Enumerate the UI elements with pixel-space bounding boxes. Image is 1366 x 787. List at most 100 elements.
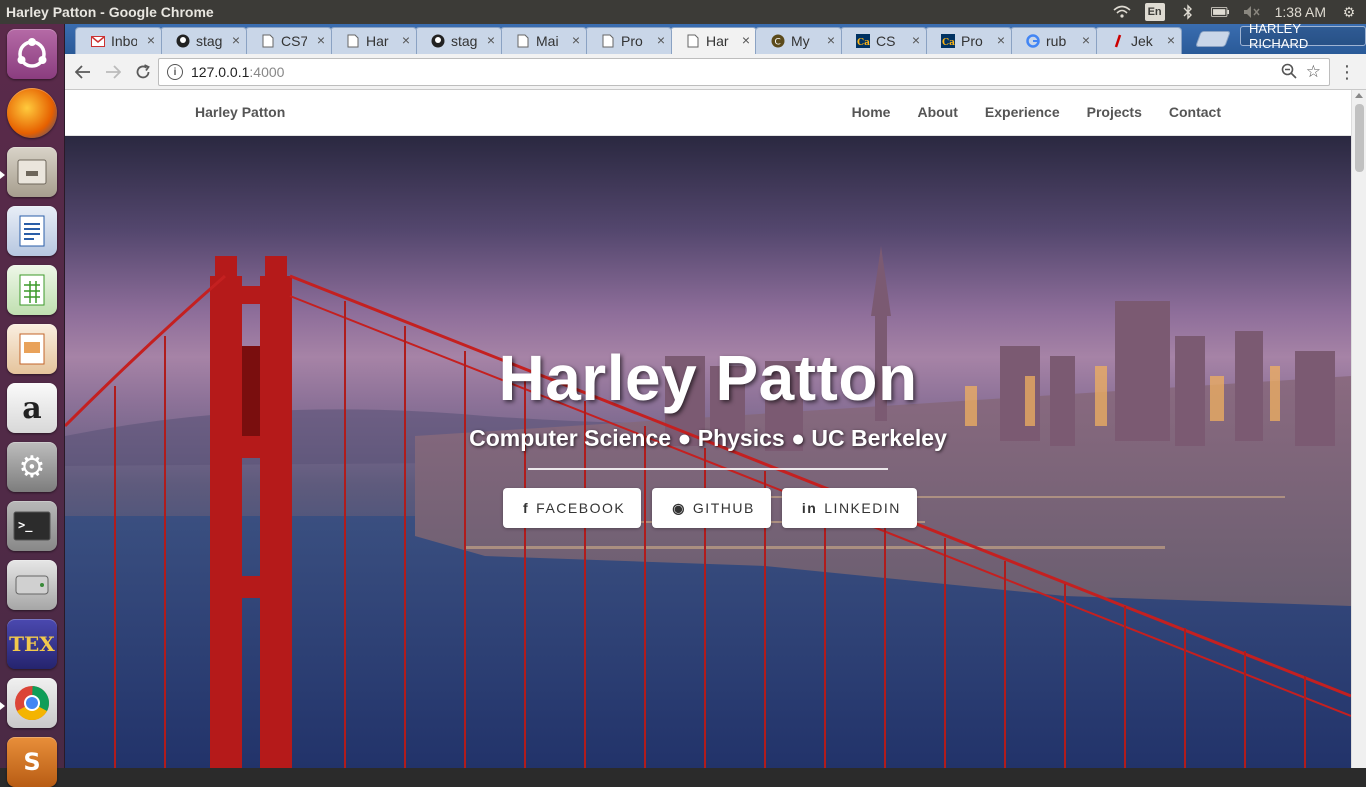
firefox-icon[interactable]: [7, 88, 57, 138]
close-tab-icon[interactable]: ×: [742, 32, 750, 48]
terminal-icon[interactable]: >_: [7, 501, 57, 551]
browser-tab[interactable]: Cal Pro ×: [925, 27, 1012, 54]
amazon-icon[interactable]: a: [7, 383, 57, 433]
tab-label: Inbo: [111, 33, 137, 49]
site-info-icon[interactable]: i: [167, 64, 183, 80]
keyboard-layout-indicator[interactable]: En: [1144, 3, 1165, 21]
profile-button[interactable]: HARLEY RICHARD: [1240, 21, 1366, 51]
url-port: :4000: [249, 64, 285, 80]
close-tab-icon[interactable]: ×: [487, 32, 495, 48]
files-icon[interactable]: [7, 147, 57, 197]
browser-tab[interactable]: rub ×: [1010, 27, 1097, 54]
browser-tab[interactable]: Cal CS ×: [840, 27, 927, 54]
bluetooth-icon[interactable]: [1179, 3, 1197, 21]
page-viewport: Harley Patton Home About Experience Proj…: [65, 90, 1351, 768]
browser-tab[interactable]: stag ×: [160, 27, 247, 54]
forward-button[interactable]: [99, 58, 127, 86]
github-icon: [175, 33, 191, 49]
browser-tab[interactable]: Har ×: [330, 27, 417, 54]
wifi-icon[interactable]: [1113, 3, 1131, 21]
close-tab-icon[interactable]: ×: [1167, 32, 1175, 48]
chrome-icon[interactable]: [7, 678, 57, 728]
gmail-icon: [90, 33, 106, 49]
nav-home[interactable]: Home: [852, 104, 891, 120]
close-tab-icon[interactable]: ×: [317, 32, 325, 48]
page-icon: [345, 33, 361, 49]
browser-tab[interactable]: stag ×: [415, 27, 502, 54]
close-tab-icon[interactable]: ×: [402, 32, 410, 48]
url-host: 127.0.0.1: [191, 64, 250, 80]
tab-label: Pro: [961, 33, 983, 49]
browser-tab[interactable]: Jek ×: [1095, 27, 1182, 54]
close-tab-icon[interactable]: ×: [912, 32, 920, 48]
browser-tab[interactable]: Inbo ×: [75, 27, 162, 54]
cal-icon: Cal: [855, 33, 871, 49]
close-tab-icon[interactable]: ×: [1082, 32, 1090, 48]
linkedin-button[interactable]: in LINKEDIN: [781, 488, 917, 528]
nav-contact[interactable]: Contact: [1169, 104, 1221, 120]
impress-icon[interactable]: [7, 324, 57, 374]
zoom-icon[interactable]: [1281, 63, 1297, 83]
jekyll-icon: [1110, 33, 1126, 49]
tab-label: rub: [1046, 33, 1067, 49]
browser-tab[interactable]: C My ×: [755, 27, 842, 54]
scroll-up-icon[interactable]: [1355, 93, 1363, 98]
new-tab-button[interactable]: [1195, 31, 1231, 47]
nav-projects[interactable]: Projects: [1087, 104, 1142, 120]
close-tab-icon[interactable]: ×: [232, 32, 240, 48]
calc-icon[interactable]: [7, 265, 57, 315]
browser-tab[interactable]: Pro ×: [585, 27, 672, 54]
texmaker-icon[interactable]: TEX: [7, 619, 57, 669]
facebook-label: FACEBOOK: [536, 500, 626, 516]
clock[interactable]: 1:38 AM: [1275, 4, 1326, 20]
volume-muted-icon[interactable]: [1243, 3, 1261, 21]
close-tab-icon[interactable]: ×: [827, 32, 835, 48]
nav-experience[interactable]: Experience: [985, 104, 1060, 120]
svg-text:>_: >_: [18, 518, 33, 533]
hero-background-image: [65, 246, 1351, 768]
chrome-menu-icon[interactable]: ⋮: [1338, 62, 1356, 83]
tab-label: Jek: [1131, 33, 1153, 49]
tab-label: CS7: [281, 33, 307, 49]
svg-text:Cal: Cal: [857, 38, 870, 48]
linkedin-icon: in: [801, 500, 818, 516]
close-tab-icon[interactable]: ×: [997, 32, 1005, 48]
facebook-button[interactable]: f FACEBOOK: [503, 488, 642, 528]
tab-label: stag: [196, 33, 222, 49]
page-scrollbar[interactable]: [1351, 90, 1366, 768]
social-buttons: f FACEBOOK ◉ GITHUB in LINKEDIN: [503, 488, 917, 528]
back-button[interactable]: [69, 58, 97, 86]
github-label: GITHUB: [692, 500, 755, 516]
browser-tab[interactable]: Har ×: [670, 27, 757, 54]
disk-icon[interactable]: [7, 560, 57, 610]
facebook-icon: f: [523, 500, 530, 516]
window-title: Harley Patton - Google Chrome: [6, 4, 214, 20]
hero-title: Harley Patton: [498, 342, 918, 414]
reload-button[interactable]: [129, 58, 157, 86]
nav-about[interactable]: About: [917, 104, 957, 120]
scrollbar-thumb[interactable]: [1355, 104, 1364, 172]
sublime-text-icon[interactable]: S: [7, 737, 57, 787]
ubuntu-dash-icon[interactable]: [7, 29, 57, 79]
gear-icon[interactable]: ⚙: [1340, 3, 1358, 21]
github-button[interactable]: ◉ GITHUB: [652, 488, 771, 528]
browser-tab[interactable]: Mai ×: [500, 27, 587, 54]
tab-label: My: [791, 33, 810, 49]
writer-icon[interactable]: [7, 206, 57, 256]
site-navbar: Harley Patton Home About Experience Proj…: [65, 90, 1351, 136]
tab-label: Mai: [536, 33, 559, 49]
running-indicator: [0, 702, 5, 710]
page-icon: [600, 33, 616, 49]
close-tab-icon[interactable]: ×: [147, 32, 155, 48]
close-tab-icon[interactable]: ×: [657, 32, 665, 48]
bookmark-star-icon[interactable]: ☆: [1306, 62, 1321, 82]
browser-tab[interactable]: CS7 ×: [245, 27, 332, 54]
system-settings-icon[interactable]: ⚙: [7, 442, 57, 492]
address-bar[interactable]: i 127.0.0.1:4000 ☆: [158, 58, 1330, 86]
site-brand[interactable]: Harley Patton: [195, 104, 285, 120]
tab-label: Har: [706, 33, 729, 49]
site-nav-links: Home About Experience Projects Contact: [852, 104, 1221, 120]
hero-divider: [528, 468, 888, 470]
close-tab-icon[interactable]: ×: [572, 32, 580, 48]
battery-icon[interactable]: [1210, 3, 1229, 21]
